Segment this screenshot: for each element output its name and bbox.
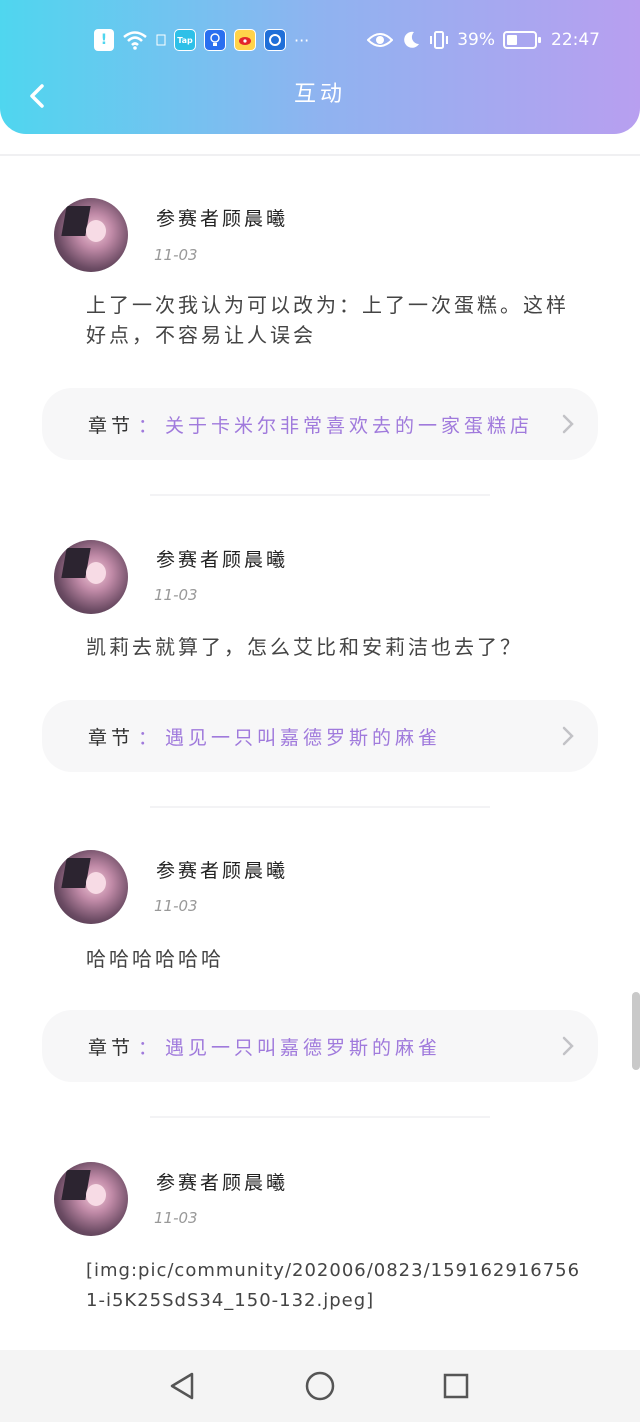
comment-text: 凯莉去就算了，怎么艾比和安莉洁也去了？	[86, 635, 523, 659]
system-nav-bar	[0, 1350, 640, 1422]
comment-text: 哈哈哈哈哈哈	[86, 947, 224, 971]
blue-app-icon	[264, 29, 286, 51]
chapter-label: 章节	[88, 726, 135, 749]
comment-text: [img:pic/community/202006/0823/159162916…	[86, 1260, 581, 1311]
nav-back-button[interactable]	[164, 1368, 200, 1404]
taptap-app-icon: Tap	[174, 29, 196, 51]
chapter-label: 章节	[88, 1036, 135, 1059]
notification-icon: !	[94, 29, 114, 51]
chapter-link[interactable]: 章节 ： 遇见一只叫嘉德罗斯的麻雀	[42, 700, 598, 772]
avatar[interactable]	[54, 850, 128, 924]
recents-square-icon	[443, 1373, 469, 1399]
chapter-colon: ：	[138, 1036, 162, 1059]
item-divider	[150, 806, 490, 808]
chapter-link[interactable]: 章节 ： 遇见一只叫嘉德罗斯的麻雀	[42, 1010, 598, 1082]
status-left: ! Tap ···	[94, 22, 309, 58]
clock: 22:47	[551, 30, 600, 50]
page-title: 互动	[293, 82, 346, 107]
wifi-icon	[123, 31, 147, 50]
vibrate-icon	[430, 31, 449, 49]
sim-icon	[156, 34, 166, 46]
comment-date: 11-03	[154, 897, 198, 915]
username[interactable]: 参赛者顾晨曦	[156, 1168, 288, 1195]
home-circle-icon	[305, 1371, 335, 1401]
username[interactable]: 参赛者顾晨曦	[156, 545, 288, 572]
nav-home-button[interactable]	[302, 1368, 338, 1404]
comment-date: 11-03	[154, 246, 198, 264]
moon-icon	[404, 31, 420, 48]
username[interactable]: 参赛者顾晨曦	[156, 856, 288, 883]
comment-date: 11-03	[154, 1209, 198, 1227]
username[interactable]: 参赛者顾晨曦	[156, 204, 288, 231]
status-right: 39% 22:47	[367, 22, 600, 58]
item-divider	[150, 1116, 490, 1118]
chapter-name: 遇见一只叫嘉德罗斯的麻雀	[165, 726, 442, 749]
chapter-label: 章节	[88, 414, 135, 437]
scrollbar[interactable]	[632, 992, 640, 1070]
chapter-name: 关于卡米尔非常喜欢去的一家蛋糕店	[165, 414, 534, 437]
chapter-name: 遇见一只叫嘉德罗斯的麻雀	[165, 1036, 442, 1059]
chapter-link[interactable]: 章节 ： 关于卡米尔非常喜欢去的一家蛋糕店	[42, 388, 598, 460]
top-divider	[0, 154, 640, 156]
chevron-right-icon	[562, 726, 574, 746]
chevron-right-icon	[562, 1036, 574, 1056]
avatar[interactable]	[54, 1162, 128, 1236]
chapter-colon: ：	[138, 414, 162, 437]
app-header: ! Tap ··· 39% 22:47 互动	[0, 0, 640, 134]
weibo-app-icon	[234, 29, 256, 51]
avatar[interactable]	[54, 540, 128, 614]
nav-recents-button[interactable]	[438, 1368, 474, 1404]
item-divider	[150, 494, 490, 496]
avatar[interactable]	[54, 198, 128, 272]
comment-date: 11-03	[154, 586, 198, 604]
battery-percent: 39%	[457, 30, 495, 50]
comment-text: 上了一次我认为可以改为：上了一次蛋糕。这样好点，不容易让人误会	[86, 293, 569, 347]
eye-icon	[367, 33, 394, 47]
bulb-app-icon	[204, 29, 226, 51]
chapter-colon: ：	[138, 726, 162, 749]
battery-icon	[503, 31, 541, 49]
battery-fill	[507, 35, 517, 45]
status-bar: ! Tap ··· 39% 22:47	[0, 22, 640, 58]
chevron-right-icon	[562, 414, 574, 434]
more-notifications: ···	[294, 30, 310, 50]
back-triangle-icon	[170, 1372, 194, 1400]
